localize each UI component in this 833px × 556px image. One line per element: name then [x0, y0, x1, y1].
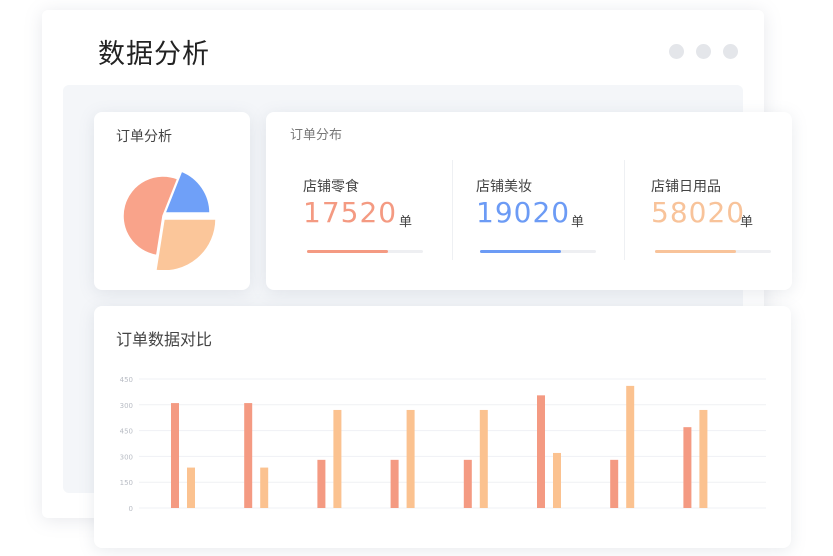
order-analysis-card: 订单分析 — [94, 112, 250, 290]
bar-series1-group4 — [390, 459, 399, 508]
bar-series2-group2 — [260, 467, 269, 508]
stat-daily-value: 58020 — [651, 196, 746, 229]
stat-snacks-label: 店铺零食 — [303, 179, 359, 195]
window-dot-2[interactable] — [696, 44, 711, 59]
window-dot-3[interactable] — [723, 44, 738, 59]
bar-series1-group6 — [537, 395, 545, 508]
stat-snacks-unit: 单 — [399, 215, 413, 230]
page-title: 数据分析 — [98, 39, 210, 70]
stat-snacks-progress — [307, 250, 389, 253]
stat-beauty: 店铺美妆 19020 单 — [476, 160, 636, 270]
stat-daily-track — [655, 250, 771, 253]
y-tick-label: 450 — [120, 428, 133, 436]
y-tick-label: 300 — [120, 402, 133, 410]
order-comparison-card: 订单数据对比 0 150 300 450 300 450 — [94, 306, 791, 548]
stat-snacks-track — [307, 250, 423, 253]
pie-slice-daily — [155, 218, 217, 270]
bar-series2-group5 — [479, 409, 488, 508]
bar-series2-group1 — [187, 467, 195, 508]
bar-series1-group7 — [610, 459, 619, 508]
y-tick-label: 300 — [120, 453, 133, 461]
stat-snacks-value: 17520 — [303, 196, 398, 229]
order-bar-chart: 0 150 300 450 300 450 — [120, 376, 766, 513]
stat-daily-unit: 单 — [740, 215, 754, 230]
stat-daily: 店铺日用品 58020 单 — [651, 160, 811, 270]
bar-series1-group3 — [317, 459, 326, 508]
bar-series1-group5 — [463, 459, 472, 508]
stat-beauty-track — [480, 250, 596, 253]
y-tick-label: 0 — [129, 505, 133, 513]
stat-divider-2 — [624, 160, 625, 260]
window-controls — [669, 44, 738, 59]
y-tick-label: 450 — [120, 376, 133, 384]
stat-beauty-unit: 单 — [571, 215, 585, 230]
stat-divider-1 — [452, 160, 453, 260]
stat-beauty-label: 店铺美妆 — [476, 179, 532, 195]
stat-beauty-value: 19020 — [476, 196, 571, 229]
bar-series2-group8 — [699, 409, 708, 508]
y-tick-label: 150 — [120, 479, 133, 487]
order-distribution-title: 订单分布 — [290, 128, 343, 143]
order-pie-chart — [122, 170, 217, 270]
stat-beauty-progress — [480, 250, 562, 253]
stat-daily-label: 店铺日用品 — [651, 179, 721, 195]
stat-snacks: 店铺零食 17520 单 — [303, 160, 463, 270]
order-analysis-title: 订单分析 — [116, 129, 172, 145]
bar-series1-group2 — [244, 403, 253, 508]
bar-series1-group8 — [683, 427, 692, 508]
bar-series2-group6 — [553, 452, 561, 508]
stat-daily-progress — [655, 250, 737, 253]
bar-series2-group3 — [333, 409, 342, 508]
bar-series1-group1 — [171, 403, 179, 508]
window-dot-1[interactable] — [669, 44, 684, 59]
bar-series2-group7 — [626, 385, 635, 508]
bar-series2-group4 — [406, 409, 415, 508]
order-distribution-card: 订单分布 店铺零食 17520 单 店铺美妆 19020 单 店铺日用品 580… — [266, 112, 792, 290]
